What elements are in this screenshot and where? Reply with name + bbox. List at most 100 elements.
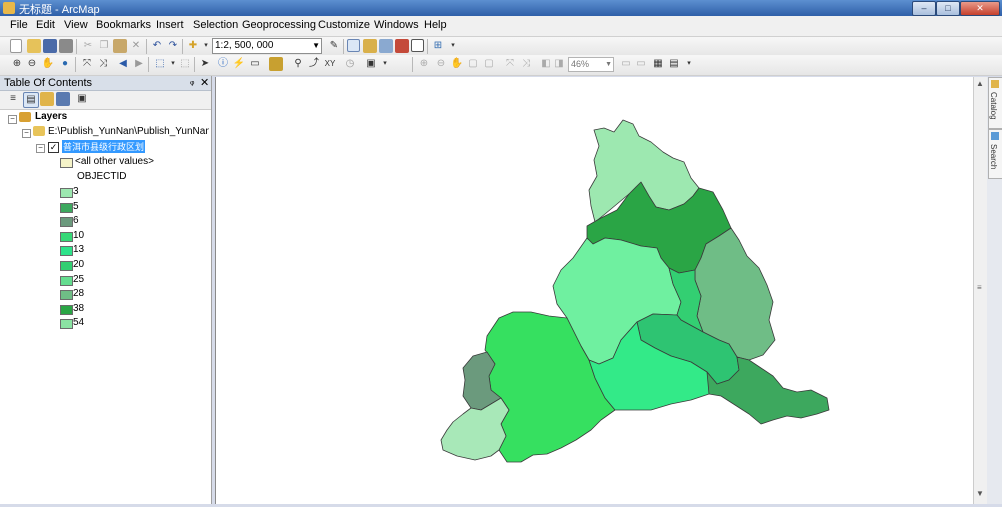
minimize-button[interactable]: – (912, 1, 936, 16)
fixed-zoom-out-icon[interactable]: ⤨ (96, 57, 110, 71)
html-popup-icon[interactable]: ▭ (248, 57, 262, 71)
clear-selection-icon[interactable]: ⬚ (178, 57, 192, 71)
map-scale-combobox[interactable]: 1:2, 500, 000 ▼ (212, 38, 322, 54)
layout-pan-icon[interactable]: ✋ (450, 57, 464, 71)
search-dock-tab[interactable]: Search (988, 129, 1002, 179)
find-route-icon[interactable]: ⤴ (307, 57, 321, 71)
scroll-grip-icon[interactable]: ≡ (977, 283, 982, 292)
add-data-icon[interactable]: ✚ (186, 39, 200, 53)
menu-geoprocessing[interactable]: Geoprocessing (242, 19, 316, 31)
legend-swatch[interactable] (60, 188, 73, 198)
copy-icon[interactable]: ❐ (97, 39, 111, 53)
change-layout-icon[interactable]: ▦ (651, 57, 665, 71)
menu-bookmarks[interactable]: Bookmarks (96, 19, 151, 31)
scroll-down-arrow-icon[interactable]: ▼ (976, 489, 984, 498)
toolbar-options-icon[interactable]: ▾ (446, 39, 460, 53)
back-arrow-icon[interactable]: ◀ (116, 57, 130, 71)
zoom-in-icon[interactable]: ⊕ (10, 57, 24, 71)
legend-swatch[interactable] (60, 290, 73, 301)
list-by-source-icon[interactable]: ▤ (23, 92, 39, 108)
menu-insert[interactable]: Insert (156, 19, 184, 31)
legend-swatch[interactable] (60, 261, 73, 271)
new-document-icon[interactable] (10, 39, 22, 53)
undo-icon[interactable]: ↶ (150, 39, 164, 53)
legend-swatch[interactable] (60, 246, 73, 257)
table-window-icon[interactable] (347, 39, 360, 52)
pan-hand-icon[interactable]: ✋ (41, 57, 55, 71)
data-driven-pages-icon[interactable]: ▤ (667, 57, 681, 71)
save-icon[interactable] (43, 39, 57, 53)
full-extent-globe-icon[interactable]: ● (58, 57, 72, 71)
layer-name-selected[interactable]: 普洱市县级行政区划 (62, 140, 146, 153)
legend-swatch[interactable] (60, 231, 73, 242)
menu-file[interactable]: File (10, 19, 28, 31)
delete-icon[interactable]: ✕ (129, 39, 143, 53)
toggle-draft-mode-icon[interactable]: ▭ (619, 57, 633, 71)
legend-swatch[interactable] (60, 202, 73, 213)
maximize-button[interactable]: □ (936, 1, 960, 16)
list-by-selection-icon[interactable] (56, 92, 70, 106)
legend-swatch[interactable] (60, 319, 73, 330)
scroll-up-arrow-icon[interactable]: ▲ (976, 79, 984, 88)
toc-close-icon[interactable]: ✕ (200, 76, 209, 89)
paste-icon[interactable] (113, 39, 127, 53)
toc-options-icon[interactable]: ▣ (75, 92, 89, 106)
menu-customize[interactable]: Customize (318, 19, 370, 31)
redo-icon[interactable]: ↷ (166, 39, 180, 53)
select-features-icon[interactable]: ⬚ (153, 57, 167, 71)
legend-swatch[interactable] (60, 217, 73, 228)
hyperlink-icon[interactable]: ⚡ (232, 57, 246, 71)
map-vertical-scrollbar[interactable]: ▲ ≡ ▼ (973, 77, 987, 504)
identify-icon[interactable]: ⓘ (216, 57, 230, 71)
map-canvas[interactable] (216, 77, 974, 504)
collapse-icon[interactable]: − (36, 144, 45, 153)
go-to-xy-icon[interactable]: XY (323, 57, 337, 71)
find-binoculars-icon[interactable]: ⚲ (291, 57, 305, 71)
editor-toolbar-icon[interactable]: ✎ (327, 39, 341, 53)
layout-zoom-out-icon[interactable]: ⊖ (434, 57, 448, 71)
layout-toolbar-options-icon[interactable]: ▾ (682, 57, 696, 71)
close-button[interactable]: ✕ (960, 1, 1000, 16)
time-slider-icon[interactable]: ◷ (343, 57, 357, 71)
legend-swatch-other[interactable] (60, 158, 73, 168)
viewer-dropdown-icon[interactable]: ▾ (378, 57, 392, 71)
previous-extent-layout-icon[interactable]: ◧ (539, 57, 553, 71)
catalog-dock-tab[interactable]: Catalog (988, 77, 1002, 129)
menu-selection[interactable]: Selection (193, 19, 238, 31)
zoom-out-icon[interactable]: ⊖ (25, 57, 39, 71)
zoom-100-percent-icon[interactable]: ▢ (482, 57, 496, 71)
focus-data-frame-icon[interactable]: ▭ (634, 57, 648, 71)
list-by-drawing-order-icon[interactable]: ≡ (6, 92, 20, 106)
menu-windows[interactable]: Windows (374, 19, 419, 31)
fixed-zoom-in-layout-icon[interactable]: ⤧ (503, 57, 517, 71)
python-window-icon[interactable] (411, 39, 424, 52)
layout-zoom-in-icon[interactable]: ⊕ (417, 57, 431, 71)
layout-zoom-combobox[interactable]: 46% ▼ (568, 57, 614, 72)
collapse-icon[interactable]: − (22, 129, 31, 138)
source-path[interactable]: E:\Publish_YunNan\Publish_YunNan\Da (48, 126, 209, 137)
search-window-icon[interactable] (379, 39, 393, 53)
open-folder-icon[interactable] (27, 39, 41, 53)
cut-icon[interactable]: ✂ (81, 39, 95, 53)
arctoolbox-icon[interactable] (395, 39, 409, 53)
map-view[interactable] (215, 77, 974, 504)
modelbuilder-icon[interactable]: ⊞ (431, 39, 445, 53)
catalog-window-icon[interactable] (363, 39, 377, 53)
menu-view[interactable]: View (64, 19, 88, 31)
chevron-down-icon[interactable]: ▼ (605, 58, 612, 71)
fixed-zoom-out-layout-icon[interactable]: ⤨ (519, 57, 533, 71)
collapse-icon[interactable]: − (8, 115, 17, 124)
menu-edit[interactable]: Edit (36, 19, 55, 31)
layer-visibility-checkbox[interactable]: ✓ (48, 142, 59, 153)
add-data-dropdown-icon[interactable]: ▾ (199, 39, 213, 53)
pin-icon[interactable]: ᵩ (190, 76, 194, 87)
chevron-down-icon[interactable]: ▼ (312, 39, 320, 53)
legend-swatch[interactable] (60, 304, 73, 315)
print-icon[interactable] (59, 39, 73, 53)
menu-help[interactable]: Help (424, 19, 447, 31)
data-frame-layers[interactable]: Layers (35, 111, 67, 122)
list-by-visibility-icon[interactable] (40, 92, 54, 106)
legend-swatch[interactable] (60, 275, 73, 286)
next-extent-layout-icon[interactable]: ◨ (552, 57, 566, 71)
measure-icon[interactable] (269, 57, 283, 71)
